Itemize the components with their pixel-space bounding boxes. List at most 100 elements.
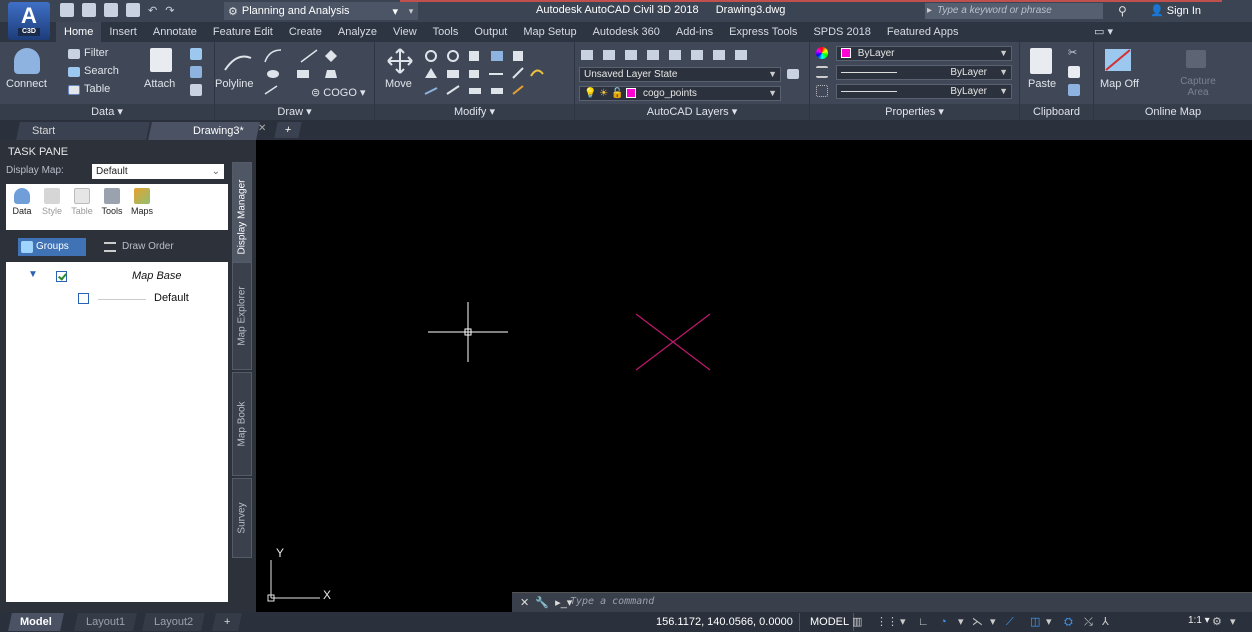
application-menu-button[interactable]: A C3D [8, 2, 50, 40]
close-icon[interactable]: ✕ [258, 123, 266, 134]
panel-properties-title[interactable]: Properties ▾ [810, 104, 1019, 120]
tab-model[interactable]: Model [8, 613, 64, 631]
ribbon-options-button[interactable]: ▭ ▾ [1094, 22, 1113, 42]
filter-button[interactable]: Filter [84, 47, 108, 59]
binoculars-icon[interactable]: ⚲ [1118, 4, 1127, 18]
search-button[interactable]: Search [84, 65, 119, 77]
add-layout-button[interactable]: + [212, 613, 243, 631]
tab-map-setup[interactable]: Map Setup [515, 22, 584, 42]
panel-online-map-title[interactable]: Online Map [1094, 104, 1252, 120]
data-tool-button[interactable]: Data [8, 188, 36, 216]
cogo-point-marker[interactable] [635, 313, 711, 371]
map-off-icon[interactable] [1104, 48, 1132, 72]
tab-featured-apps[interactable]: Featured Apps [879, 22, 967, 42]
tab-view[interactable]: View [385, 22, 425, 42]
tab-express-tools[interactable]: Express Tools [721, 22, 805, 42]
attach-button[interactable]: Attach [144, 78, 175, 90]
save-icon[interactable] [104, 3, 118, 17]
layer-state-dropdown[interactable]: Unsaved Layer State ▼ [579, 67, 781, 82]
new-icon[interactable] [60, 3, 74, 17]
cut-icon[interactable]: ✂ [1068, 46, 1077, 59]
gear-icon[interactable]: ⚙ [1212, 616, 1222, 628]
groups-button[interactable]: Groups [18, 238, 86, 256]
tab-survey[interactable]: Survey [232, 478, 252, 558]
attach-icon[interactable] [150, 48, 172, 72]
tab-output[interactable]: Output [466, 22, 515, 42]
polyline-button[interactable]: Polyline [215, 78, 254, 90]
object-snap-icon[interactable]: ◫ [1030, 616, 1040, 628]
draw-order-button[interactable]: Draw Order [102, 238, 174, 256]
connect-icon[interactable] [14, 48, 40, 74]
table-tool-button[interactable]: Table [68, 188, 96, 216]
paste-special-icon[interactable] [1068, 84, 1080, 96]
cogo-button[interactable]: ⊜ COGO ▾ [311, 86, 365, 99]
tab-feature-edit[interactable]: Feature Edit [205, 22, 281, 42]
object-snap-menu-icon[interactable]: ▾ [1046, 616, 1052, 628]
capture-area-button[interactable]: Capture Area [1178, 76, 1218, 98]
data-tool2-icon[interactable] [190, 84, 202, 96]
redo-icon[interactable]: ↷ [165, 4, 174, 17]
tab-autodesk-360[interactable]: Autodesk 360 [585, 22, 668, 42]
lineweight-icon[interactable] [816, 66, 828, 78]
default-visibility-checkbox[interactable] [78, 293, 89, 304]
layer-dropdown[interactable]: 💡 ☀ 🔓 cogo_points ▼ [579, 86, 781, 101]
keyword-search-input[interactable]: ▸ Type a keyword or phrase [925, 3, 1103, 19]
polar-menu-icon[interactable]: ▾ [958, 616, 964, 628]
print-icon[interactable] [126, 3, 140, 17]
expand-chevron-icon[interactable]: ▼ [28, 269, 38, 280]
lineweight-dropdown[interactable]: ByLayer ▼ [836, 84, 1012, 99]
customize-wrench-icon[interactable]: 🔧 [535, 597, 549, 609]
tab-tools[interactable]: Tools [425, 22, 467, 42]
layer-state-manager-icon[interactable] [787, 69, 799, 79]
polyline-icon[interactable] [223, 50, 253, 74]
snap-menu-icon[interactable]: ▾ [900, 616, 906, 628]
new-tab-button[interactable]: + [274, 122, 302, 138]
color-dropdown[interactable]: ByLayer ▼ [836, 46, 1012, 61]
tab-display-manager[interactable]: Display Manager [232, 162, 252, 272]
tab-start[interactable]: Start [16, 122, 150, 140]
settings-menu-icon[interactable]: ▾ [1230, 616, 1236, 628]
drawing-canvas[interactable]: Y X [256, 140, 1252, 612]
open-icon[interactable] [82, 3, 96, 17]
tab-create[interactable]: Create [281, 22, 330, 42]
data-tool-icon[interactable] [190, 66, 202, 78]
command-input[interactable]: Type a command [570, 596, 654, 607]
panel-modify-title[interactable]: Modify ▾ [375, 104, 574, 120]
modify-tools-icons[interactable] [423, 48, 573, 100]
isodraft-icon[interactable]: ⋋ [972, 616, 983, 628]
map-base-visibility-checkbox[interactable] [56, 271, 67, 282]
undo-icon[interactable]: ↶ [148, 4, 157, 17]
workspace-dropdown[interactable]: ⚙ Planning and Analysis ▾ [224, 2, 404, 20]
map-off-button[interactable]: Map Off [1100, 78, 1139, 90]
tab-add-ins[interactable]: Add-ins [668, 22, 721, 42]
filter-funnel-icon[interactable] [190, 48, 202, 60]
annotation-scale-icon[interactable]: ⅄ [1102, 616, 1109, 628]
tools-tool-button[interactable]: Tools [98, 188, 126, 216]
model-space-button[interactable]: MODEL [806, 613, 855, 631]
panel-clipboard-title[interactable]: Clipboard [1020, 104, 1093, 120]
color-wheel-icon[interactable] [816, 47, 828, 59]
copy-icon[interactable] [1068, 66, 1080, 78]
workspace-menu-button[interactable]: ▾ [404, 2, 418, 20]
tab-insert[interactable]: Insert [101, 22, 145, 42]
sign-in-button[interactable]: 👤 Sign In [1150, 4, 1201, 17]
isodraft-menu-icon[interactable]: ▾ [990, 616, 996, 628]
panel-layers-title[interactable]: AutoCAD Layers ▾ [575, 104, 809, 120]
tab-map-book[interactable]: Map Book [232, 372, 252, 476]
tab-analyze[interactable]: Analyze [330, 22, 385, 42]
polar-tracking-icon[interactable]: ◔ [940, 616, 947, 628]
panel-draw-title[interactable]: Draw ▾ [215, 104, 374, 120]
linetype-icon[interactable] [816, 85, 828, 97]
paste-button[interactable]: Paste [1028, 78, 1056, 90]
layer-tools-icons[interactable] [581, 48, 781, 62]
tab-annotate[interactable]: Annotate [145, 22, 205, 42]
object-snap-tracking-icon[interactable]: ⟋ [1006, 616, 1014, 628]
panel-data-title[interactable]: Data ▾ [0, 104, 214, 120]
tab-drawing3[interactable]: Drawing3* [148, 122, 260, 140]
ortho-icon[interactable]: ∟ [918, 616, 929, 628]
snap-icon[interactable]: ⋮⋮ [876, 616, 898, 628]
tab-home[interactable]: Home [56, 22, 102, 42]
move-icon[interactable] [387, 48, 413, 74]
tab-layout2[interactable]: Layout2 [142, 613, 206, 631]
tab-spds-2018[interactable]: SPDS 2018 [805, 22, 878, 42]
